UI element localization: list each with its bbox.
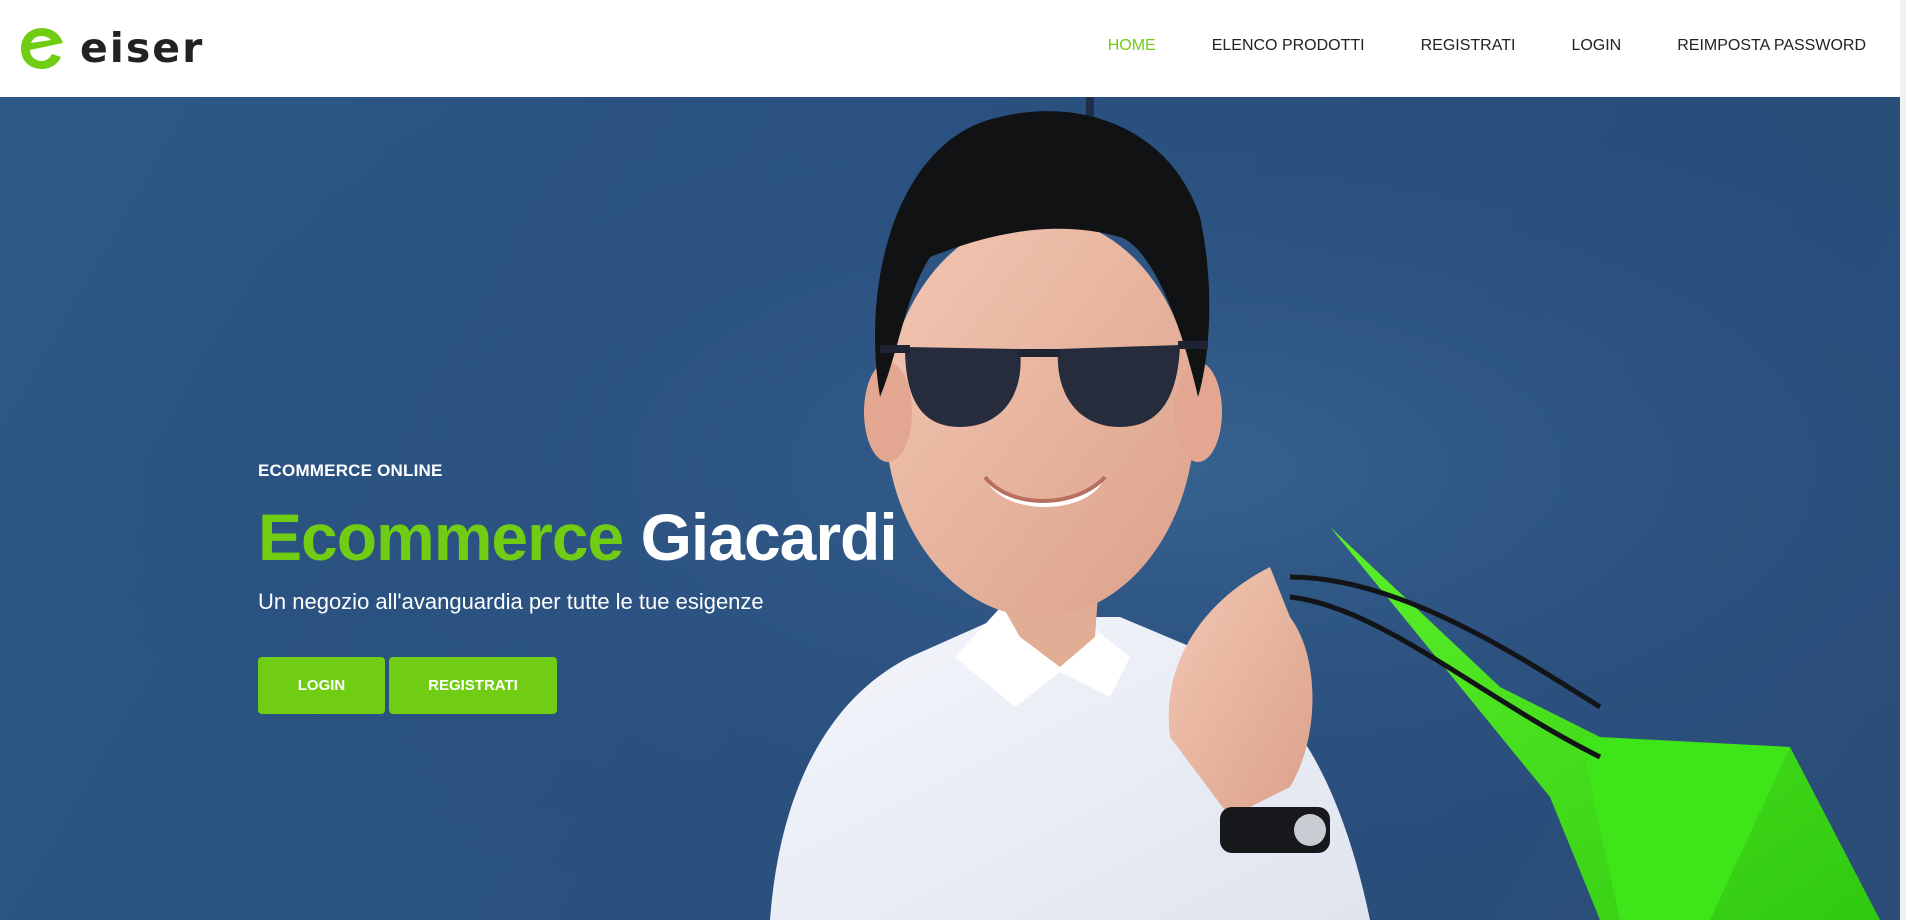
nav-item-elenco-prodotti[interactable]: ELENCO PRODOTTI <box>1184 34 1393 58</box>
page: eiser HOME ELENCO PRODOTTI REGISTRATI LO… <box>0 0 1906 922</box>
hero-subtitle: Un negozio all'avanguardia per tutte le … <box>258 589 764 614</box>
hero-title: Ecommerce Giacardi <box>258 501 958 573</box>
hero-content: ECOMMERCE ONLINE Ecommerce Giacardi Un n… <box>258 461 958 714</box>
hero-register-button[interactable]: REGISTRATI <box>389 657 557 714</box>
hero-title-highlight: Ecommerce <box>258 500 624 574</box>
page-scrollbar-edge[interactable] <box>1900 0 1906 922</box>
hero-login-button[interactable]: LOGIN <box>258 657 385 714</box>
hero-banner: ECOMMERCE ONLINE Ecommerce Giacardi Un n… <box>0 97 1900 920</box>
nav-item-login[interactable]: LOGIN <box>1543 34 1649 58</box>
main-nav: HOME ELENCO PRODOTTI REGISTRATI LOGIN RE… <box>1080 34 1866 58</box>
nav-item-reimposta-password[interactable]: REIMPOSTA PASSWORD <box>1649 34 1866 58</box>
brand-logo[interactable]: eiser <box>18 24 204 72</box>
eiser-logo-icon <box>21 28 63 69</box>
nav-item-home[interactable]: HOME <box>1080 34 1184 58</box>
hero-actions: LOGIN REGISTRATI <box>258 657 958 714</box>
nav-item-registrati[interactable]: REGISTRATI <box>1393 34 1544 58</box>
brand-name: eiser <box>80 23 205 72</box>
site-header: eiser HOME ELENCO PRODOTTI REGISTRATI LO… <box>0 0 1906 97</box>
hero-kicker: ECOMMERCE ONLINE <box>258 461 443 480</box>
hero-title-rest: Giacardi <box>640 500 898 574</box>
